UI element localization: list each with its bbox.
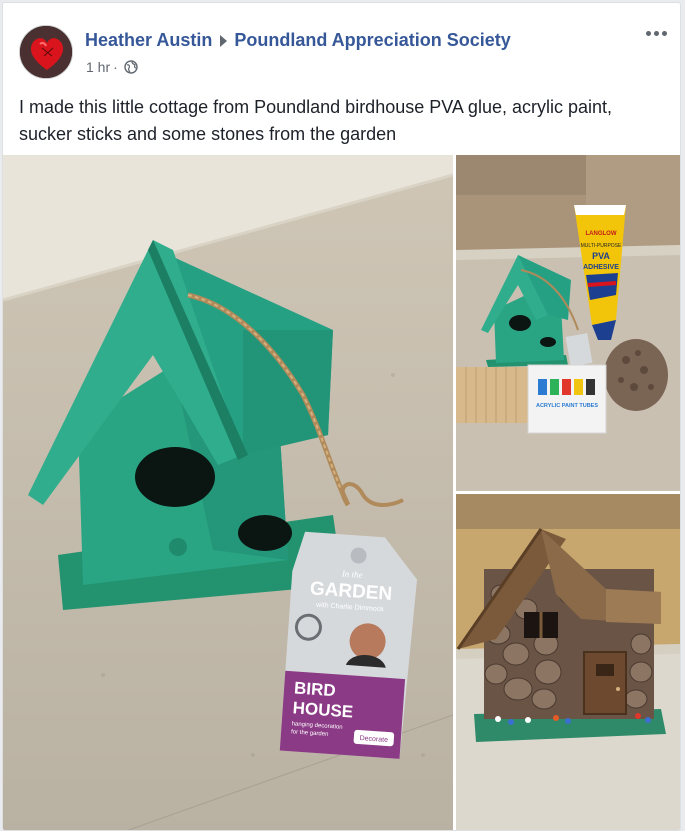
glue-brand-text: LANGLOW (586, 231, 617, 237)
glue-label-2: PVA (592, 251, 610, 261)
post-body-text: I made this little cottage from Poundlan… (19, 97, 612, 144)
post-timestamp[interactable]: 1 hr (86, 59, 110, 75)
heart-avatar-icon (20, 26, 72, 78)
tag-text-in-the: In the (341, 568, 363, 579)
tag-text-bird: BIRD (294, 678, 337, 700)
post-card: Heather Austin Poundland Appreciation So… (2, 2, 681, 831)
post-header: Heather Austin Poundland Appreciation So… (85, 30, 511, 51)
more-options-icon[interactable] (642, 25, 670, 41)
photo-birdhouse[interactable]: In the GARDEN with Charlie Dimmock BIRD … (3, 155, 453, 830)
meta-separator: · (113, 59, 118, 75)
photo-supplies[interactable]: LANGLOW MULTI-PURPOSE PVA ADHESIVE ACRYL… (456, 155, 680, 491)
triangle-right-icon (220, 34, 228, 47)
post-meta: 1 hr · (86, 59, 138, 75)
paint-box-label: ACRYLIC PAINT TUBES (536, 403, 598, 409)
author-avatar[interactable] (19, 25, 73, 79)
glue-label-3: ADHESIVE (583, 264, 619, 271)
glue-label-1: MULTI-PURPOSE (581, 243, 622, 249)
globe-icon[interactable] (124, 60, 138, 74)
group-name-link[interactable]: Poundland Appreciation Society (234, 30, 510, 51)
author-name-link[interactable]: Heather Austin (85, 30, 212, 51)
photo-stone-cottage[interactable] (456, 494, 680, 830)
